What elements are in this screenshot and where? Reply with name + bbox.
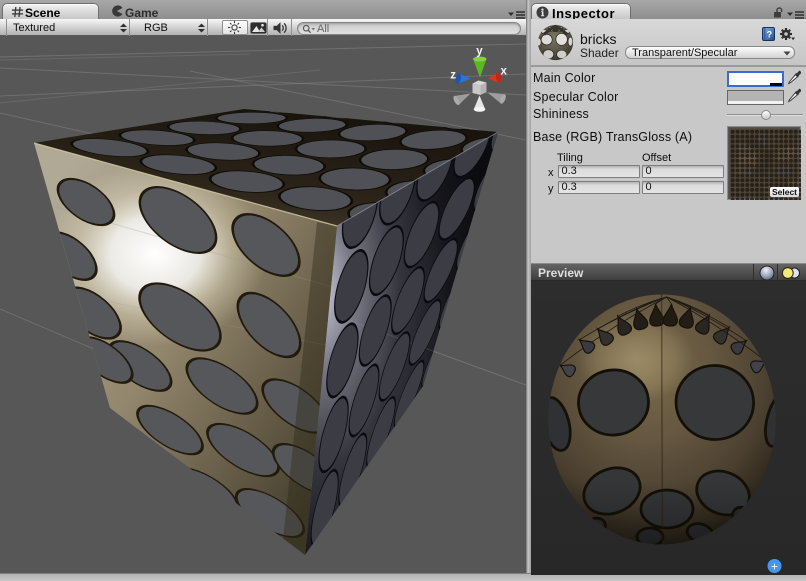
- svg-text:x: x: [501, 66, 508, 78]
- svg-text:+: +: [771, 560, 778, 574]
- svg-text:?: ?: [767, 30, 773, 40]
- svg-text:y: y: [476, 46, 483, 58]
- svg-text:z: z: [450, 70, 456, 82]
